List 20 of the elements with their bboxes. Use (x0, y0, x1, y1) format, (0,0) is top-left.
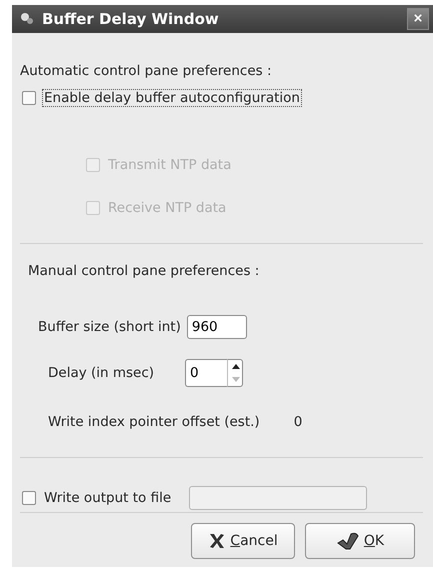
window-title: Buffer Delay Window (42, 10, 220, 28)
field-label: Write index pointer offset (est.) (48, 414, 260, 430)
app-icon (20, 12, 34, 26)
field-label: Delay (in msec) (48, 365, 156, 381)
checkbox-label[interactable]: Enable delay buffer autoconfiguration (42, 89, 302, 107)
checkbox[interactable] (22, 491, 36, 505)
checkbox[interactable] (22, 91, 36, 105)
delay-field[interactable]: 0 (185, 359, 227, 387)
buffer-size-field[interactable]: 960 (186, 315, 247, 339)
offset-value: 0 (294, 414, 302, 430)
field-label: Buffer size (short int) (38, 319, 181, 335)
checkmark-icon (336, 531, 360, 551)
cancel-button[interactable]: Cancel (191, 523, 295, 559)
cross-icon (208, 533, 226, 549)
ok-button[interactable]: OK (305, 523, 415, 559)
file-field[interactable] (189, 486, 368, 510)
checkbox-label[interactable]: Write output to file (42, 489, 174, 507)
close-button[interactable]: × (407, 8, 429, 30)
section-heading: Manual control pane preferences : (27, 263, 260, 279)
section-heading: Automatic control pane preferences : (20, 63, 273, 79)
